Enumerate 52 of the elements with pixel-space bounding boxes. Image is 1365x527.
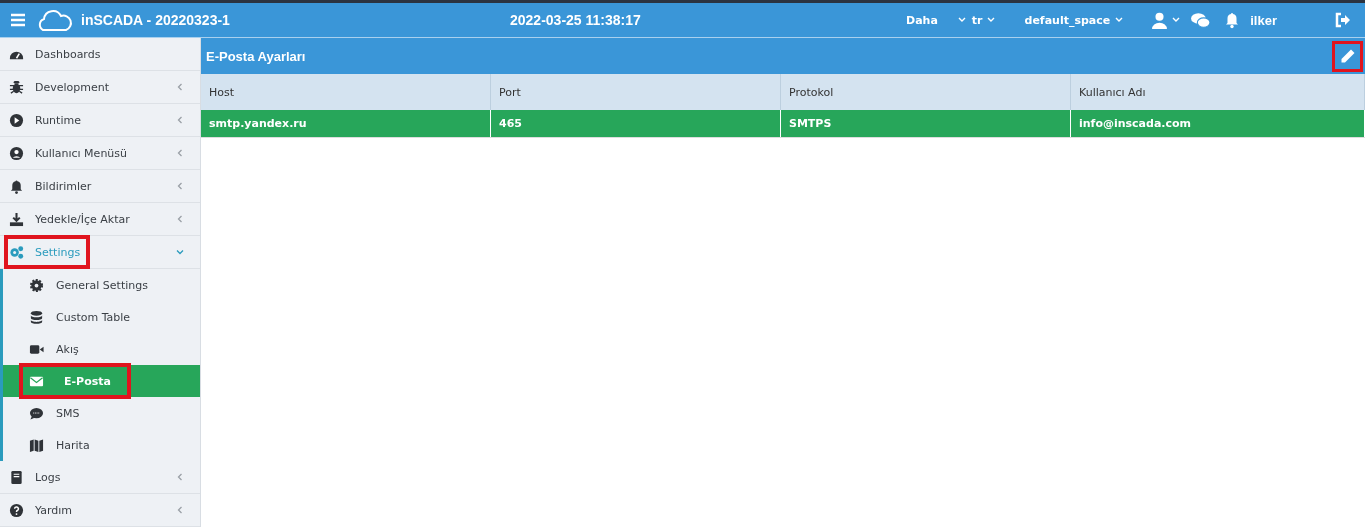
sidebar-item[interactable]: Kullanıcı Menüsü	[0, 137, 200, 170]
submenu-item[interactable]: Custom Table	[3, 301, 200, 333]
pencil-icon	[1339, 48, 1356, 64]
caret-icon[interactable]	[986, 17, 995, 23]
sidebar-item[interactable]: Yedekle/İçe Aktar	[0, 203, 200, 236]
user-circle-icon	[9, 145, 24, 161]
table-cell: 465	[491, 110, 781, 137]
logout-icon[interactable]	[1335, 12, 1351, 28]
date-time: 2022-03-25 11:38:17	[510, 12, 641, 28]
submenu-item[interactable]: Akış	[3, 333, 200, 365]
sidebar-item[interactable]: Development	[0, 71, 200, 104]
cloud-logo-icon	[37, 8, 73, 32]
caret-icon[interactable]	[1115, 17, 1124, 23]
table-cell: info@inscada.com	[1071, 110, 1365, 137]
sidebar-item[interactable]: Bildirimler	[0, 170, 200, 203]
bug-icon	[9, 79, 24, 95]
caret-icon[interactable]	[1172, 17, 1181, 23]
chat-icon[interactable]	[1190, 11, 1212, 29]
table-cell: smtp.yandex.ru	[201, 110, 491, 137]
table-cell: SMTPS	[781, 110, 1071, 137]
chevron-icon	[176, 116, 184, 124]
help-icon	[9, 502, 24, 518]
gears-icon	[9, 244, 24, 260]
submenu-item[interactable]: SMS	[3, 397, 200, 429]
caret-icon[interactable]	[957, 17, 966, 23]
chevron-icon	[176, 83, 184, 91]
play-icon	[9, 112, 24, 128]
chevron-icon	[176, 473, 184, 481]
app-title: inSCADA - 20220323-1	[81, 12, 230, 28]
chevron-icon	[176, 506, 184, 514]
menu-icon[interactable]	[10, 12, 26, 28]
chevron-icon	[176, 215, 184, 223]
edit-button[interactable]	[1332, 40, 1363, 72]
map-icon	[29, 437, 44, 453]
database-icon	[29, 309, 44, 325]
gear-icon	[29, 277, 44, 293]
bell-icon[interactable]	[1224, 11, 1241, 29]
download-icon	[9, 211, 24, 227]
chat-bubble-icon	[29, 405, 44, 421]
submenu-item[interactable]: General Settings	[3, 269, 200, 301]
sidebar-item[interactable]: Runtime	[0, 104, 200, 137]
book-icon	[9, 469, 24, 485]
submenu-item[interactable]: Harita	[3, 429, 200, 461]
chevron-icon	[176, 248, 184, 256]
chevron-icon	[176, 149, 184, 157]
sidebar-item[interactable]: Dashboards	[0, 38, 200, 71]
bell-icon	[9, 178, 24, 194]
sidebar-item[interactable]: Yardım	[0, 494, 200, 527]
user-icon[interactable]	[1151, 11, 1169, 29]
panel-title: E-Posta Ayarları	[206, 48, 306, 64]
sidebar-item[interactable]: Logs	[0, 461, 200, 494]
chevron-icon	[176, 182, 184, 190]
